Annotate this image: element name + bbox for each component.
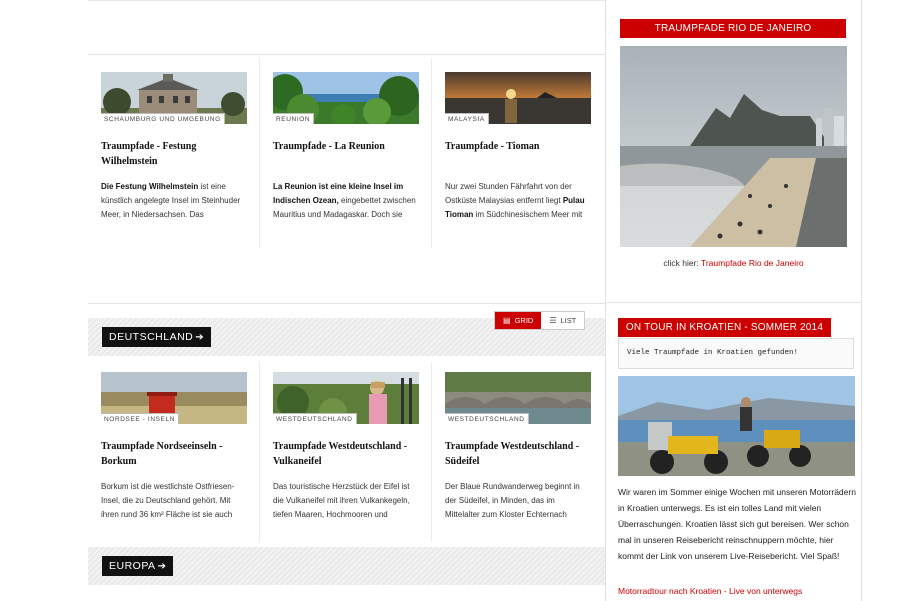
category-tag[interactable]: WESTDEUTSCHLAND <box>445 413 529 424</box>
category-tag[interactable]: WESTDEUTSCHLAND <box>273 413 357 424</box>
rio-photo[interactable] <box>620 46 847 247</box>
category-label: DEUTSCHLAND <box>109 331 194 343</box>
list-label: LIST <box>560 316 577 325</box>
grid-view-button[interactable]: ▤ GRID <box>495 312 542 329</box>
post-thumbnail[interactable]: NORDSEE - INSELN <box>101 372 247 424</box>
arrow-right-icon: ➔ <box>157 561 167 572</box>
sidebar: TRAUMPFADE RIO DE JANEIRO click hier: Tr… <box>605 0 862 601</box>
grid-icon: ▤ <box>503 316 511 325</box>
post-card-wilhelmstein[interactable]: SCHAUMBURG UND UMGEBUNG Traumpfade - Fes… <box>101 72 247 222</box>
kroatien-notice: Viele Traumpfade in Kroatien gefunden! <box>618 338 854 369</box>
list-view-button[interactable]: ☰ LIST <box>541 312 585 329</box>
post-thumbnail[interactable]: SCHAUMBURG UND UMGEBUNG <box>101 72 247 124</box>
post-card-vulkaneifel[interactable]: WESTDEUTSCHLAND Traumpfade Westdeutschla… <box>273 372 419 522</box>
rio-click-line: click hier: Traumpfade Rio de Janeiro <box>606 258 861 268</box>
post-title[interactable]: Traumpfade Nordseeinseln - Borkum <box>101 439 247 475</box>
post-title[interactable]: Traumpfade - Tioman <box>445 139 591 175</box>
post-excerpt: Nur zwei Stunden Fährfahrt von der Ostkü… <box>445 180 591 222</box>
list-icon: ☰ <box>549 316 557 325</box>
category-band-europa: EUROPA ➔ <box>88 547 605 585</box>
category-tag[interactable]: SCHAUMBURG UND UMGEBUNG <box>101 113 225 124</box>
post-card-borkum[interactable]: NORDSEE - INSELN Traumpfade Nordseeinsel… <box>101 372 247 522</box>
kroatien-link[interactable]: Motorradtour nach Kroatien - Live von un… <box>618 586 802 596</box>
column-separator <box>259 362 260 542</box>
post-thumbnail[interactable]: MALAYSIA <box>445 72 591 124</box>
category-label: EUROPA <box>109 560 156 572</box>
post-title[interactable]: Traumpfade Westdeutschland - Südeifel <box>445 439 591 475</box>
arrow-right-icon: ➔ <box>195 332 205 343</box>
column-separator <box>431 58 432 248</box>
sidebar-divider <box>606 302 861 303</box>
column-separator <box>259 58 260 248</box>
column-separator <box>431 362 432 542</box>
grid-label: GRID <box>514 316 534 325</box>
category-heading-deutschland[interactable]: DEUTSCHLAND ➔ <box>102 327 212 347</box>
post-excerpt: Borkum ist die westlichste Ostfriesen-In… <box>101 482 235 519</box>
rio-link[interactable]: Traumpfade Rio de Janeiro <box>701 258 804 268</box>
post-title[interactable]: Traumpfade Westdeutschland - Vulkaneifel <box>273 439 419 475</box>
post-thumbnail[interactable]: WESTDEUTSCHLAND <box>445 372 591 424</box>
excerpt-bold: Die Festung Wilhelmstein <box>101 182 199 191</box>
post-card-la-reunion[interactable]: REUNION Traumpfade - La Reunion La Reuni… <box>273 72 419 222</box>
category-tag[interactable]: REUNION <box>273 113 315 124</box>
post-excerpt: Der Blaue Rundwanderweg beginnt in der S… <box>445 482 580 519</box>
top-border <box>88 0 605 1</box>
post-title[interactable]: Traumpfade - La Reunion <box>273 139 419 175</box>
excerpt-pre: Nur zwei Stunden Fährfahrt von der Ostkü… <box>445 182 572 205</box>
widget-heading-rio: TRAUMPFADE RIO DE JANEIRO <box>620 19 846 38</box>
post-card-suedeifel[interactable]: WESTDEUTSCHLAND Traumpfade Westdeutschla… <box>445 372 591 522</box>
excerpt-rest: im Südchinesischem Meer mit <box>473 210 583 219</box>
main-content: SCHAUMBURG UND UMGEBUNG Traumpfade - Fes… <box>88 0 605 601</box>
post-card-tioman[interactable]: MALAYSIA Traumpfade - Tioman Nur zwei St… <box>445 72 591 222</box>
kroatien-photo[interactable] <box>618 376 855 476</box>
post-excerpt: Das touristische Herzstück der Eifel ist… <box>273 482 410 519</box>
section-divider-top <box>88 54 605 55</box>
post-title[interactable]: Traumpfade - Festung Wilhelmstein <box>101 139 247 175</box>
click-prefix: click hier: <box>663 258 701 268</box>
category-tag[interactable]: MALAYSIA <box>445 113 489 124</box>
view-toggle: ▤ GRID ☰ LIST <box>494 311 586 330</box>
widget-heading-kroatien: ON TOUR IN KROATIEN - SOMMER 2014 <box>618 318 831 337</box>
category-tag[interactable]: NORDSEE - INSELN <box>101 413 180 424</box>
post-thumbnail[interactable]: WESTDEUTSCHLAND <box>273 372 419 424</box>
section-divider <box>88 303 605 304</box>
post-excerpt: La Reunion ist eine kleine Insel im Indi… <box>273 180 419 222</box>
kroatien-text: Wir waren im Sommer einige Wochen mit un… <box>618 487 856 561</box>
post-thumbnail[interactable]: REUNION <box>273 72 419 124</box>
category-heading-europa[interactable]: EUROPA ➔ <box>102 556 174 576</box>
post-excerpt: Die Festung Wilhelmstein ist eine künstl… <box>101 180 247 222</box>
